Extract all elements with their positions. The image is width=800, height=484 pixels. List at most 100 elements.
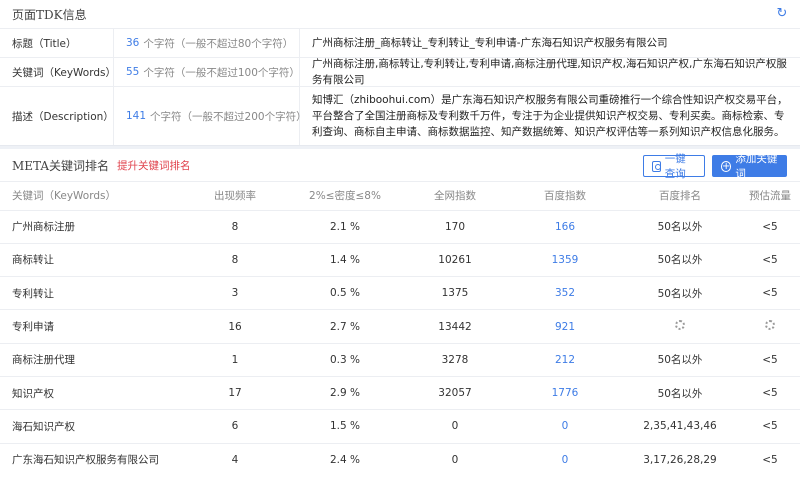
baidu-rank-cell: 50名以外	[620, 375, 740, 410]
network-index-cell: 0	[400, 409, 510, 444]
improve-ranking-link[interactable]: 提升关键词排名	[117, 158, 191, 173]
traffic-cell: <5	[740, 442, 800, 477]
table-row: 商标转让 8 1.4 % 10261 1359 50名以外 <5	[0, 242, 800, 277]
tdk-count: 36 个字符（一般不超过80个字符）	[114, 29, 300, 57]
keyword-cell: 专利申请	[0, 309, 180, 344]
char-count: 36	[126, 37, 140, 49]
baidu-index-link[interactable]: 1359	[510, 242, 620, 277]
col-frequency: 出现频率	[214, 190, 256, 203]
tdk-panel: 页面TDK信息 ↻ 标题（Title） 36 个字符（一般不超过80个字符） 广州…	[0, 0, 800, 146]
traffic-cell: <5	[740, 276, 800, 310]
baidu-rank-cell: 3,17,26,28,29	[620, 442, 740, 477]
meta-panel: META关键词排名 提升关键词排名 一键查询 + 添加关键词 关键词（KeyWo…	[0, 149, 800, 484]
density-cell: 1.4 %	[290, 242, 400, 277]
char-count-hint: 个字符（一般不超过100个字符）	[143, 66, 300, 79]
traffic-cell: <5	[740, 209, 800, 244]
keyword-cell: 海石知识产权	[0, 409, 180, 444]
keyword-cell: 商标注册代理	[0, 342, 180, 377]
col-baidu-rank: 百度排名	[659, 190, 701, 203]
density-cell: 0.3 %	[290, 342, 400, 377]
keyword-cell: 专利转让	[0, 276, 180, 310]
table-header: 关键词（KeyWords） 出现频率 2%≤密度≤8% 全网指数 百度指数 百度…	[0, 182, 800, 210]
frequency-cell: 8	[180, 242, 290, 277]
table-row: 知识产权 17 2.9 % 32057 1776 50名以外 <5	[0, 375, 800, 410]
baidu-index-link[interactable]: 0	[510, 409, 620, 444]
traffic-cell: <5	[740, 242, 800, 277]
tdk-label: 标题（Title）	[0, 29, 114, 57]
baidu-rank-cell: 50名以外	[620, 209, 740, 244]
baidu-rank-cell: 50名以外	[620, 242, 740, 277]
keyword-cell: 商标转让	[0, 242, 180, 277]
baidu-index-link[interactable]: 0	[510, 442, 620, 477]
tdk-row-title: 标题（Title） 36 个字符（一般不超过80个字符） 广州商标注册_商标转让_…	[0, 28, 800, 57]
tdk-value: 广州商标注册_商标转让_专利转让_专利申请-广东海石知识产权服务有限公司	[312, 37, 668, 49]
baidu-rank-cell: 50名以外	[620, 342, 740, 377]
add-keyword-button[interactable]: + 添加关键词	[712, 153, 787, 180]
network-index-cell: 170	[400, 209, 510, 244]
baidu-rank-cell: 2,35,41,43,46	[620, 409, 740, 444]
refresh-icon[interactable]: ↻	[774, 6, 790, 22]
tdk-row-keywords: 关键词（KeyWords） 55 个字符（一般不超过100个字符） 广州商标注册,…	[0, 57, 800, 86]
char-count-hint: 个字符（一般不超过200个字符）	[150, 110, 307, 123]
tdk-title: 页面TDK信息	[12, 7, 87, 22]
col-network-index: 全网指数	[434, 190, 476, 203]
table-row: 专利转让 3 0.5 % 1375 352 50名以外 <5	[0, 276, 800, 310]
char-count-hint: 个字符（一般不超过80个字符）	[143, 37, 294, 50]
keyword-cell: 知识产权	[0, 375, 180, 410]
baidu-index-link[interactable]: 352	[510, 276, 620, 310]
tdk-row-description: 描述（Description） 141 个字符（一般不超过200个字符） 知博汇（…	[0, 86, 800, 145]
search-icon	[652, 160, 661, 172]
network-index-cell: 32057	[400, 375, 510, 410]
density-cell: 2.1 %	[290, 209, 400, 244]
density-cell: 1.5 %	[290, 409, 400, 444]
frequency-cell: 17	[180, 375, 290, 410]
network-index-cell: 1375	[400, 276, 510, 310]
baidu-rank-cell	[620, 309, 740, 344]
table-row: 商标注册代理 1 0.3 % 3278 212 50名以外 <5	[0, 342, 800, 377]
frequency-cell: 16	[180, 309, 290, 344]
loading-spinner-icon	[765, 320, 775, 331]
col-keyword: 关键词（KeyWords）	[12, 190, 116, 203]
plus-icon: +	[721, 160, 732, 172]
keyword-table: 关键词（KeyWords） 出现频率 2%≤密度≤8% 全网指数 百度指数 百度…	[0, 182, 800, 477]
baidu-index-link[interactable]: 166	[510, 209, 620, 244]
table-row: 广东海石知识产权服务有限公司 4 2.4 % 0 0 3,17,26,28,29 <5	[0, 442, 800, 477]
frequency-cell: 1	[180, 342, 290, 377]
keyword-cell: 广州商标注册	[0, 209, 180, 244]
table-row: 专利申请 16 2.7 % 13442 921	[0, 309, 800, 344]
baidu-index-link[interactable]: 921	[510, 309, 620, 344]
traffic-cell	[740, 309, 800, 344]
table-row: 海石知识产权 6 1.5 % 0 0 2,35,41,43,46 <5	[0, 409, 800, 444]
loading-spinner-icon	[675, 320, 685, 331]
network-index-cell: 10261	[400, 242, 510, 277]
density-cell: 2.7 %	[290, 309, 400, 344]
density-cell: 2.9 %	[290, 375, 400, 410]
baidu-index-link[interactable]: 212	[510, 342, 620, 377]
char-count: 55	[126, 66, 140, 78]
col-traffic: 预估流量	[749, 190, 791, 203]
tdk-count: 55 个字符（一般不超过100个字符）	[114, 58, 300, 86]
density-cell: 2.4 %	[290, 442, 400, 477]
traffic-cell: <5	[740, 409, 800, 444]
tdk-header: 页面TDK信息 ↻	[0, 0, 800, 28]
frequency-cell: 6	[180, 409, 290, 444]
meta-header: META关键词排名 提升关键词排名 一键查询 + 添加关键词	[0, 149, 800, 182]
network-index-cell: 3278	[400, 342, 510, 377]
network-index-cell: 0	[400, 442, 510, 477]
query-label: 一键查询	[664, 153, 686, 180]
frequency-cell: 4	[180, 442, 290, 477]
density-cell: 0.5 %	[290, 276, 400, 310]
frequency-cell: 3	[180, 276, 290, 310]
frequency-cell: 8	[180, 209, 290, 244]
tdk-label: 描述（Description）	[0, 87, 114, 145]
baidu-rank-cell: 50名以外	[620, 276, 740, 310]
baidu-index-link[interactable]: 1776	[510, 375, 620, 410]
col-density: 2%≤密度≤8%	[309, 190, 381, 203]
table-row: 广州商标注册 8 2.1 % 170 166 50名以外 <5	[0, 209, 800, 244]
traffic-cell: <5	[740, 375, 800, 410]
tdk-value: 广州商标注册,商标转让,专利转让,专利申请,商标注册代理,知识产权,海石知识产权…	[312, 58, 787, 86]
one-click-query-button[interactable]: 一键查询	[643, 153, 705, 180]
meta-title: META关键词排名	[12, 158, 110, 173]
char-count: 141	[126, 110, 147, 122]
tdk-value: 知博汇（zhiboohui.com）是广东海石知识产权服务有限公司重磅推行一个综…	[312, 94, 788, 138]
